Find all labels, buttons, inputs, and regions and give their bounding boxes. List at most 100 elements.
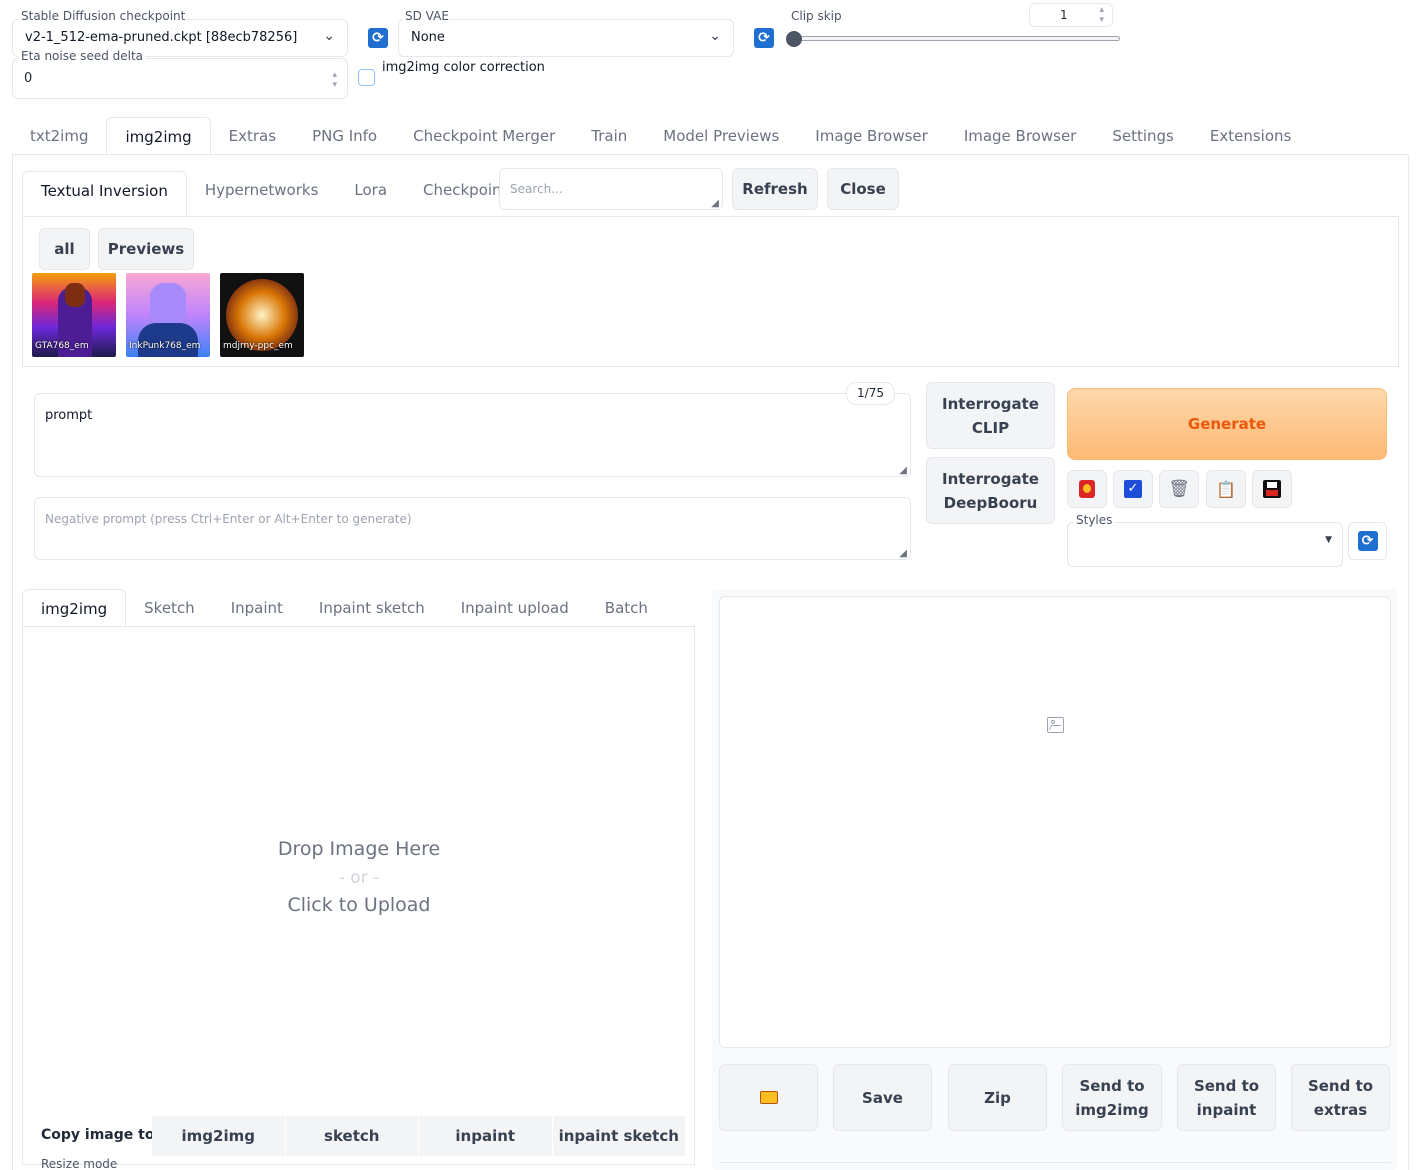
refresh-checkpoint-button[interactable]: ⟳ bbox=[365, 25, 391, 51]
send-to-img2img-line1: Send to bbox=[1079, 1076, 1145, 1095]
send-to-extras-button[interactable]: Send to extras bbox=[1291, 1064, 1390, 1131]
resize-handle-icon: ◢ bbox=[899, 548, 907, 559]
stepper-icon: ▴ ▾ bbox=[1099, 5, 1104, 25]
card-name: GTA768_em bbox=[35, 341, 89, 351]
checkbox-icon: ✓ bbox=[1124, 480, 1142, 498]
copy-image-buttons: img2img sketch inpaint inpaint sketch bbox=[152, 1116, 685, 1156]
resize-mode-label: Resize mode bbox=[41, 1157, 118, 1170]
tab-image-browser[interactable]: Image Browser bbox=[797, 117, 946, 155]
copy-image-label: Copy image to: bbox=[41, 1127, 161, 1143]
network-card[interactable]: mdjrny-ppc_em bbox=[220, 273, 304, 357]
chevron-down-icon: ⌄ bbox=[323, 28, 335, 44]
send-to-img2img-line2: img2img bbox=[1075, 1100, 1149, 1119]
stepper-icon: ▴ ▾ bbox=[332, 70, 337, 90]
prompt-input[interactable]: prompt ◢ bbox=[34, 393, 911, 477]
image-placeholder-icon bbox=[1047, 717, 1064, 733]
tab-inpaint-upload[interactable]: Inpaint upload bbox=[443, 589, 587, 627]
refresh-styles-button[interactable]: ⟳ bbox=[1348, 522, 1387, 560]
copy-to-sketch-button[interactable]: sketch bbox=[285, 1116, 419, 1156]
interrogate-clip-button[interactable]: Interrogate CLIP bbox=[926, 382, 1055, 449]
checkpoint-label: Stable Diffusion checkpoint bbox=[19, 9, 188, 23]
caret-down-icon: ▼ bbox=[1325, 535, 1332, 545]
zip-button[interactable]: Zip bbox=[948, 1064, 1047, 1131]
slider-thumb[interactable] bbox=[786, 31, 802, 47]
copy-to-img2img-button[interactable]: img2img bbox=[152, 1116, 286, 1156]
tab-model-previews[interactable]: Model Previews bbox=[645, 117, 797, 155]
network-card[interactable]: GTA768_em bbox=[32, 273, 116, 357]
networks-close-button[interactable]: Close bbox=[827, 168, 899, 210]
tab-png-info[interactable]: PNG Info bbox=[294, 117, 395, 155]
tab-sketch[interactable]: Sketch bbox=[126, 589, 213, 627]
chevron-down-icon: ⌄ bbox=[709, 28, 721, 44]
open-folder-button[interactable] bbox=[719, 1064, 818, 1131]
tab-settings[interactable]: Settings bbox=[1094, 117, 1192, 155]
filter-previews-button[interactable]: Previews bbox=[98, 228, 194, 270]
networks-tabs: Textual Inversion Hypernetworks Lora Che… bbox=[22, 171, 533, 217]
filter-all-button[interactable]: all bbox=[39, 228, 90, 270]
color-correction-label: img2img color correction bbox=[382, 60, 545, 75]
tab-hypernetworks[interactable]: Hypernetworks bbox=[187, 171, 337, 209]
interrogate-clip-line1: Interrogate bbox=[942, 394, 1039, 413]
send-to-img2img-button[interactable]: Send to img2img bbox=[1062, 1064, 1162, 1131]
prompt-value: prompt bbox=[45, 408, 93, 423]
vae-value: None bbox=[411, 30, 445, 45]
clip-skip-slider[interactable] bbox=[786, 31, 1121, 47]
resize-handle-icon: ◢ bbox=[711, 198, 719, 209]
upload-dropzone[interactable]: Drop Image Here - or - Click to Upload bbox=[34, 640, 684, 1100]
clear-prompt-button[interactable]: 🗑 bbox=[1159, 470, 1199, 508]
networks-refresh-button[interactable]: Refresh bbox=[732, 168, 818, 210]
output-gallery bbox=[719, 596, 1391, 1048]
refresh-icon: ⟳ bbox=[754, 28, 774, 48]
send-to-extras-line2: extras bbox=[1313, 1100, 1368, 1119]
vae-dropdown[interactable]: None ⌄ bbox=[398, 19, 734, 57]
interrogate-deepbooru-button[interactable]: Interrogate DeepBooru bbox=[926, 457, 1055, 524]
refresh-icon: ⟳ bbox=[1357, 531, 1378, 551]
refresh-icon: ⟳ bbox=[368, 28, 388, 48]
tab-extensions[interactable]: Extensions bbox=[1192, 117, 1309, 155]
tab-lora[interactable]: Lora bbox=[336, 171, 405, 209]
eta-value: 0 bbox=[24, 71, 33, 86]
tab-inpaint[interactable]: Inpaint bbox=[213, 589, 301, 627]
interrogate-deepbooru-line2: DeepBooru bbox=[943, 493, 1038, 512]
upload-line-3: Click to Upload bbox=[287, 894, 431, 916]
vae-label: SD VAE bbox=[403, 9, 451, 23]
card-figure bbox=[138, 323, 198, 357]
refresh-vae-button[interactable]: ⟳ bbox=[751, 25, 777, 51]
folder-icon bbox=[759, 1091, 778, 1104]
tab-train[interactable]: Train bbox=[573, 117, 645, 155]
tab-txt2img[interactable]: txt2img bbox=[12, 117, 106, 155]
card-name: InkPunk768_em bbox=[129, 341, 201, 351]
save-button[interactable]: Save bbox=[833, 1064, 932, 1131]
send-to-extras-line1: Send to bbox=[1307, 1076, 1374, 1095]
tab-checkpoint-merger[interactable]: Checkpoint Merger bbox=[395, 117, 573, 155]
extra-networks-button[interactable] bbox=[1067, 470, 1107, 508]
styles-dropdown[interactable]: ▼ bbox=[1067, 522, 1343, 567]
negative-prompt-input[interactable]: Negative prompt (press Ctrl+Enter or Alt… bbox=[34, 497, 911, 560]
apply-style-button[interactable]: ✓ bbox=[1113, 470, 1153, 508]
send-to-inpaint-button[interactable]: Send to inpaint bbox=[1177, 1064, 1276, 1131]
eta-input[interactable]: 0 ▴ ▾ bbox=[12, 58, 348, 99]
paste-button[interactable]: 📋 bbox=[1206, 470, 1246, 508]
clip-skip-number[interactable]: 1 ▴ ▾ bbox=[1029, 3, 1113, 27]
generate-button[interactable]: Generate bbox=[1067, 388, 1387, 460]
save-style-button[interactable] bbox=[1252, 470, 1292, 508]
tab-extras[interactable]: Extras bbox=[211, 117, 294, 155]
clip-skip-value: 1 bbox=[1060, 8, 1068, 22]
copy-to-inpaint-sketch-button[interactable]: inpaint sketch bbox=[552, 1116, 685, 1156]
clip-skip-label: Clip skip bbox=[791, 9, 842, 23]
networks-search[interactable]: Search... ◢ bbox=[499, 168, 723, 210]
output-divider bbox=[719, 1162, 1391, 1163]
tab-img2img[interactable]: img2img bbox=[106, 117, 211, 155]
upload-line-1: Drop Image Here bbox=[277, 838, 441, 860]
tab-inpaint-sketch[interactable]: Inpaint sketch bbox=[301, 589, 443, 627]
tab-image-browser-2[interactable]: Image Browser bbox=[946, 117, 1095, 155]
tab-batch[interactable]: Batch bbox=[587, 589, 666, 627]
copy-to-inpaint-button[interactable]: inpaint bbox=[419, 1116, 553, 1156]
color-correction-checkbox[interactable] bbox=[358, 69, 375, 86]
tab-input-img2img[interactable]: img2img bbox=[22, 589, 127, 627]
extra-networks-icon bbox=[1079, 480, 1095, 498]
network-card[interactable]: InkPunk768_em bbox=[126, 273, 210, 357]
tab-textual-inversion[interactable]: Textual Inversion bbox=[22, 171, 187, 217]
styles-label: Styles bbox=[1074, 513, 1115, 527]
clipboard-icon: 📋 bbox=[1216, 479, 1236, 499]
